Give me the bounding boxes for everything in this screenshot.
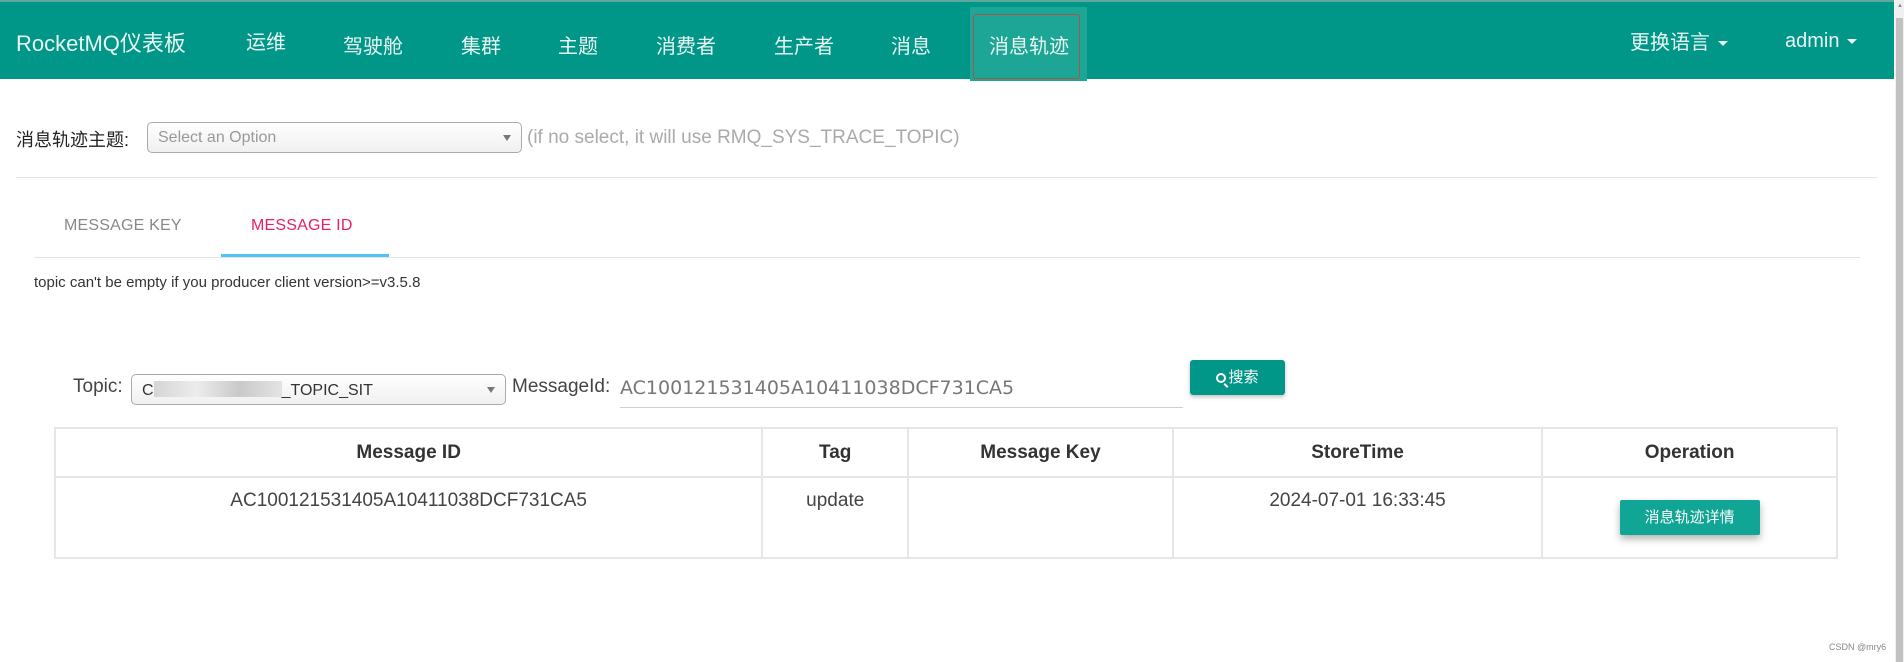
column-header-store-time: StoreTime	[1171, 427, 1544, 478]
nav-item-topic[interactable]: 主题	[558, 30, 598, 59]
nav-item-producer[interactable]: 生产者	[774, 30, 834, 59]
search-icon	[1216, 373, 1227, 383]
topic-select[interactable]: C _TOPIC_SIT	[131, 374, 506, 405]
tab-message-key[interactable]: MESSAGE KEY	[64, 217, 182, 235]
nav-item-cluster[interactable]: 集群	[461, 30, 501, 59]
topic-label: Topic:	[73, 376, 123, 397]
results-table: Message ID Tag Message Key StoreTime Ope…	[53, 427, 1838, 559]
topic-select-value-suffix: _TOPIC_SIT	[281, 382, 373, 399]
watermark: CSDN @mry6	[1829, 642, 1887, 652]
vertical-scrollbar[interactable]: ▲	[1895, 0, 1904, 662]
nav-item-ops[interactable]: 运维	[246, 26, 286, 55]
topic-version-note: topic can't be empty if you producer cli…	[34, 274, 421, 291]
trace-topic-hint: (if no select, it will use RMQ_SYS_TRACE…	[527, 127, 960, 148]
cell-message-key	[907, 476, 1174, 559]
column-header-tag: Tag	[761, 427, 910, 478]
trace-detail-button[interactable]: 消息轨迹详情	[1619, 500, 1760, 535]
scrollbar-thumb[interactable]	[1896, 18, 1903, 662]
trace-topic-select-placeholder: Select an Option	[158, 129, 277, 146]
nav-item-message[interactable]: 消息	[891, 30, 931, 59]
cell-message-id: AC100121531405A10411038DCF731CA5	[53, 476, 764, 559]
trace-topic-label: 消息轨迹主题:	[16, 130, 130, 150]
topic-select-value-prefix: C	[142, 382, 154, 399]
table-row: AC100121531405A10411038DCF731CA5 update …	[53, 476, 1838, 559]
cell-operation: 消息轨迹详情	[1541, 476, 1838, 559]
message-id-input[interactable]	[620, 368, 1183, 408]
scroll-up-arrow-icon[interactable]: ▲	[1897, 3, 1903, 9]
message-id-label: MessageId:	[512, 376, 611, 397]
redacted-mask	[153, 381, 282, 397]
caret-down-icon	[1718, 41, 1728, 47]
trace-topic-select[interactable]: Select an Option	[147, 122, 522, 153]
brand-logo[interactable]: RocketMQ仪表板	[16, 26, 186, 58]
section-divider	[16, 177, 1877, 178]
column-header-message-key: Message Key	[907, 427, 1174, 478]
column-header-message-id: Message ID	[53, 427, 764, 478]
nav-item-consumer[interactable]: 消费者	[656, 30, 716, 59]
nav-item-message-trace[interactable]: 消息轨迹	[989, 30, 1069, 59]
select-arrow-icon	[487, 387, 495, 393]
column-header-operation: Operation	[1541, 427, 1838, 478]
user-menu-label: admin	[1785, 30, 1840, 52]
table-header-row: Message ID Tag Message Key StoreTime Ope…	[53, 427, 1838, 478]
select-arrow-icon	[503, 135, 511, 141]
cell-tag: update	[761, 476, 910, 559]
language-menu[interactable]: 更换语言	[1630, 26, 1728, 55]
search-button[interactable]: 搜索	[1190, 360, 1285, 395]
top-navbar: RocketMQ仪表板 运维 驾驶舱 集群 主题 消费者 生产者 消息 消息轨迹…	[0, 0, 1894, 81]
user-menu[interactable]: admin	[1785, 30, 1858, 53]
search-button-label: 搜索	[1228, 369, 1259, 386]
nav-item-dashboard[interactable]: 驾驶舱	[343, 30, 403, 59]
language-menu-label: 更换语言	[1630, 32, 1710, 54]
cell-store-time: 2024-07-01 16:33:45	[1171, 476, 1544, 559]
caret-down-icon	[1847, 39, 1858, 45]
tabs-bottom-border	[34, 257, 1860, 258]
tab-message-id[interactable]: MESSAGE ID	[251, 217, 353, 235]
